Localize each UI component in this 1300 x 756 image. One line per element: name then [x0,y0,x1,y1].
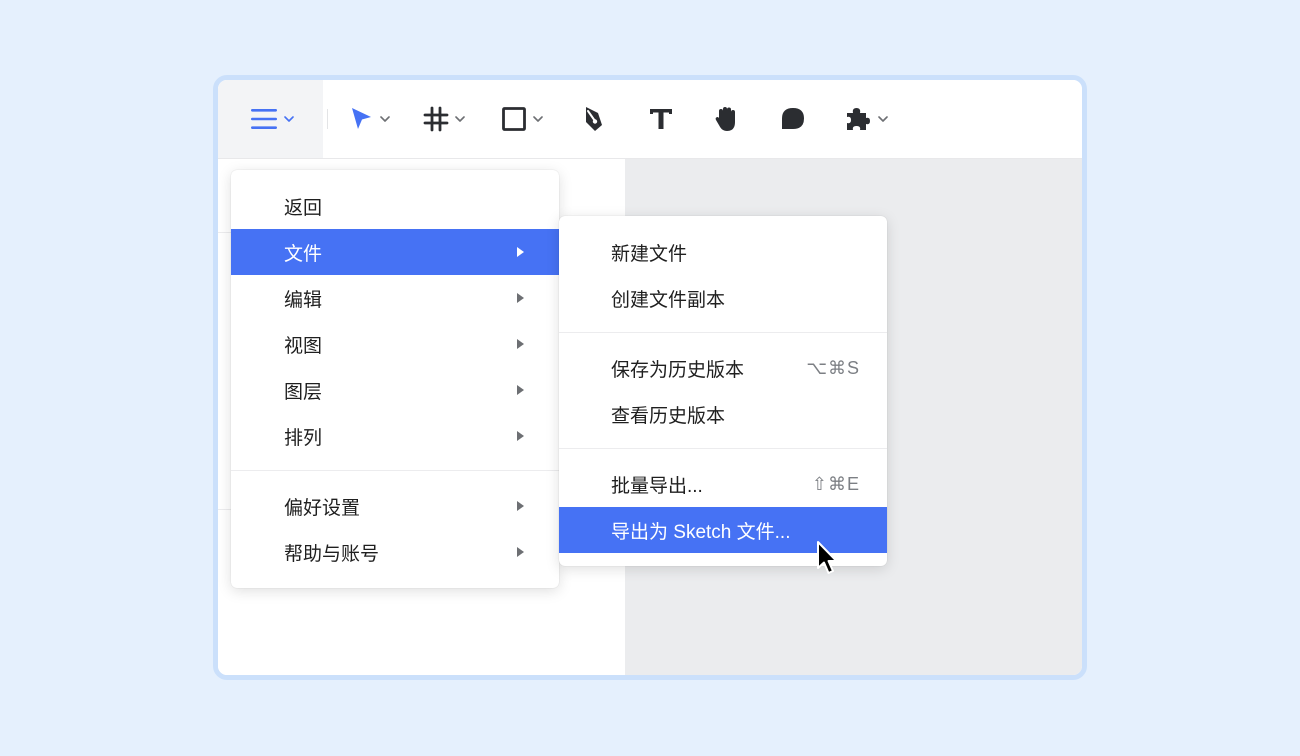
toolbar [218,80,1082,159]
pen-nib-icon [586,107,602,131]
menu-separator [559,332,887,333]
menu-item-layer[interactable]: 图层 [231,367,559,413]
menu-item-label: 创建文件副本 [611,289,726,311]
toolbar-divider [327,109,328,129]
puzzle-icon [847,108,870,130]
text-tool-button[interactable] [648,80,674,158]
menu-item-label: 图层 [284,381,323,403]
plugins-button[interactable] [844,80,888,158]
submenu-arrow-icon [517,547,524,557]
main-menu-button[interactable] [250,80,294,158]
menu-item-view[interactable]: 视图 [231,321,559,367]
hand-tool-button[interactable] [713,80,741,158]
menu-item-preferences[interactable]: 偏好设置 [231,483,559,529]
move-tool-button[interactable] [348,80,390,158]
main-menu-dropdown: 返回 文件 编辑 视图 图层 排列 偏好设置 帮助与账号 [231,170,559,588]
pen-tool-button[interactable] [581,80,605,158]
rectangle-icon [502,107,526,131]
menu-item-label: 保存为历史版本 [611,359,745,381]
submenu-arrow-icon [517,431,524,441]
menu-item-view-versions[interactable]: 查看历史版本 [559,391,887,437]
menu-item-help-account[interactable]: 帮助与账号 [231,529,559,575]
menu-item-label: 偏好设置 [284,497,361,519]
menu-item-label: 返回 [284,197,323,219]
text-t-icon [650,109,672,129]
submenu-arrow-icon [517,385,524,395]
menu-item-batch-export[interactable]: 批量导出... ⇧⌘E [559,461,887,507]
menu-item-back[interactable]: 返回 [231,183,559,229]
menu-item-label: 编辑 [284,289,323,311]
menu-item-label: 新建文件 [611,243,688,265]
rectangle-tool-button[interactable] [501,80,543,158]
menu-item-label: 排列 [284,427,323,449]
pointer-arrow-icon [352,108,371,129]
menu-item-label: 导出为 Sketch 文件... [611,521,791,543]
file-submenu: 新建文件 创建文件副本 保存为历史版本 ⌥⌘S 查看历史版本 批量导出... ⇧… [559,216,887,566]
frame-tool-button[interactable] [423,80,465,158]
menu-item-label: 帮助与账号 [284,543,380,565]
frame-hash-icon [423,106,449,132]
comment-tool-button[interactable] [779,80,807,158]
submenu-arrow-icon [517,247,524,257]
mouse-cursor-icon [817,541,838,574]
chevron-down-icon [284,116,294,122]
menu-separator [231,470,559,471]
menu-item-label: 批量导出... [611,475,703,497]
submenu-arrow-icon [517,339,524,349]
menu-item-label: 查看历史版本 [611,405,726,427]
comment-bubble-icon [782,108,804,129]
shortcut-label: ⇧⌘E [811,473,860,494]
menu-item-label: 文件 [284,243,323,265]
menu-item-edit[interactable]: 编辑 [231,275,559,321]
menu-item-file[interactable]: 文件 [231,229,559,275]
menu-separator [559,448,887,449]
hand-icon [715,107,735,131]
chevron-down-icon [533,116,543,122]
shortcut-label: ⌥⌘S [806,357,860,378]
hamburger-icon [251,109,277,129]
menu-item-save-version[interactable]: 保存为历史版本 ⌥⌘S [559,345,887,391]
chevron-down-icon [878,116,888,122]
submenu-arrow-icon [517,293,524,303]
submenu-arrow-icon [517,501,524,511]
menu-item-arrange[interactable]: 排列 [231,413,559,459]
menu-item-duplicate-file[interactable]: 创建文件副本 [559,275,887,321]
menu-item-new-file[interactable]: 新建文件 [559,229,887,275]
chevron-down-icon [380,116,390,122]
chevron-down-icon [455,116,465,122]
menu-item-label: 视图 [284,335,323,357]
